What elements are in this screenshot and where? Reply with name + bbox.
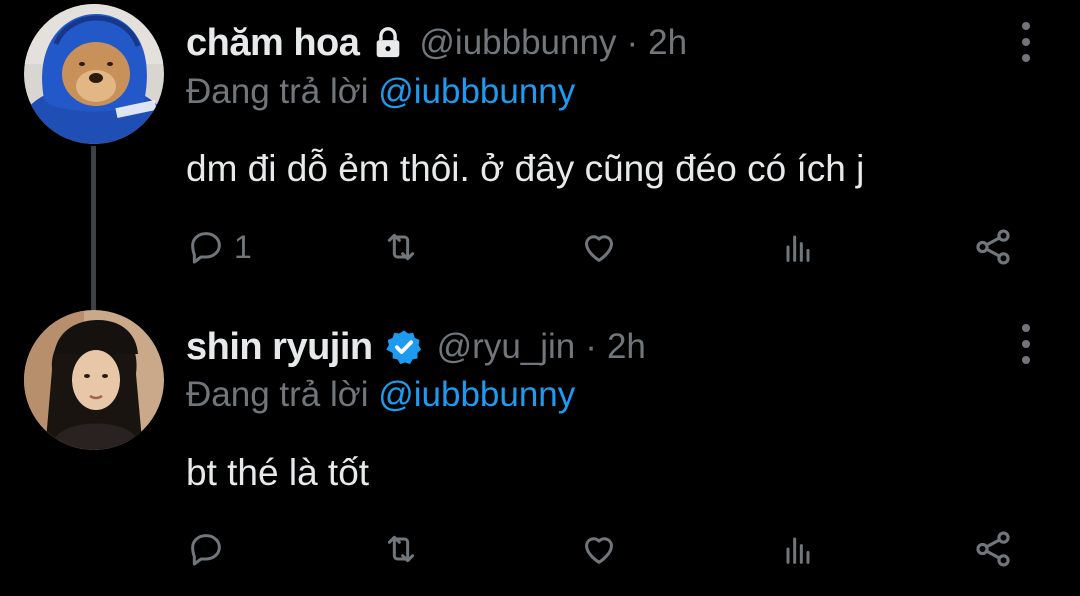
more-dot <box>1022 38 1030 46</box>
more-vertical-icon <box>1022 324 1030 332</box>
more-dot <box>1022 356 1030 364</box>
retweet-icon <box>387 233 415 261</box>
tweet-reply-2[interactable]: shin ryujin @ryu_jin · 2h Đang trả lời @… <box>0 300 1080 596</box>
tweet-text: bt thé là tốt <box>186 452 370 493</box>
avatar-dog-image <box>24 4 164 144</box>
handle[interactable]: @ryu_jin <box>437 327 576 367</box>
like-button[interactable] <box>578 524 620 574</box>
more-options-button[interactable] <box>1014 324 1038 364</box>
retweet-button[interactable] <box>380 222 422 272</box>
more-dot <box>1022 340 1030 348</box>
replying-to: Đang trả lời @iubbbunny <box>186 72 575 112</box>
display-name[interactable]: chăm hoa <box>186 22 360 65</box>
replying-to-mention[interactable]: @iubbbunny <box>378 375 575 414</box>
replying-to: Đang trả lời @iubbbunny <box>186 375 575 415</box>
handle[interactable]: @iubbbunny <box>419 23 616 63</box>
avatar[interactable] <box>24 4 164 144</box>
views-button[interactable] <box>778 222 818 272</box>
separator-dot: · <box>585 327 597 366</box>
more-vertical-icon <box>1022 22 1030 30</box>
replying-to-mention[interactable]: @iubbbunny <box>378 72 575 111</box>
views-button[interactable] <box>778 524 818 574</box>
avatar[interactable] <box>24 310 164 450</box>
tweet-header: shin ryujin @ryu_jin · 2h <box>186 322 646 372</box>
share-button[interactable] <box>972 524 1014 574</box>
tweet-actions <box>180 524 1040 574</box>
avatar-person-image <box>24 310 164 450</box>
tweet-header: chăm hoa @iubbbunny · 2h <box>186 18 687 68</box>
tweet-text: dm đi dỗ ẻm thôi. ở đây cũng đéo có ích … <box>186 148 865 189</box>
reply-icon <box>191 232 221 264</box>
tweet-actions: 1 <box>180 222 1040 272</box>
verified-icon <box>385 328 423 366</box>
heart-icon <box>585 537 613 564</box>
views-icon <box>786 537 810 564</box>
share-icon <box>976 531 1010 567</box>
heart-icon <box>585 235 613 262</box>
like-button[interactable] <box>578 222 620 272</box>
reply-icon <box>191 534 221 566</box>
replying-to-label: Đang trả lời <box>186 72 369 111</box>
retweet-icon <box>387 535 415 563</box>
more-options-button[interactable] <box>1014 22 1038 62</box>
timestamp[interactable]: 2h <box>607 327 646 367</box>
reply-button[interactable] <box>186 524 234 574</box>
lock-icon <box>371 26 405 60</box>
share-icon <box>976 229 1010 265</box>
timestamp[interactable]: 2h <box>648 23 687 63</box>
reply-count: 1 <box>234 228 252 265</box>
separator-dot: · <box>626 23 639 62</box>
retweet-button[interactable] <box>380 524 422 574</box>
reply-button[interactable]: 1 <box>186 222 252 272</box>
share-button[interactable] <box>972 222 1014 272</box>
replying-to-label: Đang trả lời <box>186 375 369 414</box>
tweet-reply-1[interactable]: chăm hoa @iubbbunny · 2h Đang trả lời @i… <box>0 0 1080 300</box>
views-icon <box>786 235 810 262</box>
more-dot <box>1022 54 1030 62</box>
display-name[interactable]: shin ryujin <box>186 326 373 369</box>
